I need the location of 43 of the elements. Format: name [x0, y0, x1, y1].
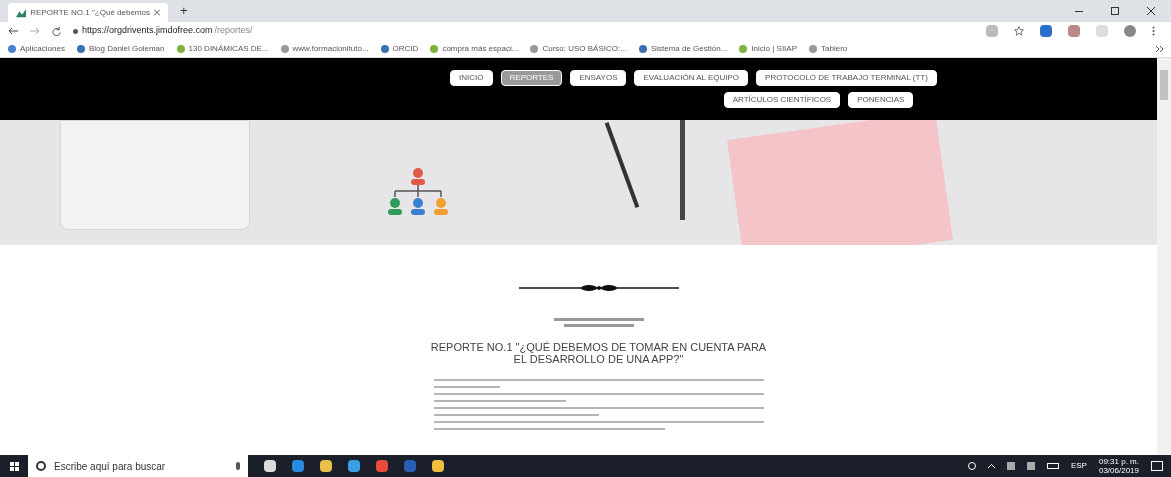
menu-icon[interactable]	[1152, 26, 1155, 36]
site-favicon-icon	[16, 7, 27, 18]
nav-tab[interactable]: INICIO	[450, 70, 493, 86]
author-line-drawing	[563, 324, 634, 327]
chevron-up-icon[interactable]	[987, 464, 995, 468]
bookmark[interactable]: Sistema de Gestión...	[638, 42, 728, 55]
back-icon[interactable]	[8, 27, 18, 35]
bookmark[interactable]: 130 DINÁMICAS DE...	[176, 42, 269, 55]
tab-title: REPORTE NO.1 "¿Qué debemos	[30, 6, 150, 19]
scrollbar[interactable]	[1157, 58, 1171, 455]
notifications-icon[interactable]	[1151, 461, 1163, 471]
browser-tab[interactable]: REPORTE NO.1 "¿Qué debemos	[8, 3, 168, 22]
more-icon[interactable]	[1156, 45, 1163, 52]
minimize-icon[interactable]	[1075, 10, 1083, 12]
nav-tab[interactable]: EVALUACIÓN AL EQUIPO	[634, 70, 749, 86]
bookmark[interactable]: Aplicaciones	[8, 42, 65, 55]
ornament-divider-icon	[518, 283, 679, 293]
nav-tab[interactable]: ENSAYOS	[570, 70, 627, 86]
address-bar[interactable]: https://orgdrivents.jimdofree.com /reportes/	[73, 24, 974, 38]
maximize-icon[interactable]	[1111, 7, 1119, 15]
new-tab-button[interactable]: +	[168, 1, 200, 21]
language-indicator[interactable]: ESP	[1070, 460, 1087, 472]
reload-icon[interactable]	[52, 26, 61, 36]
close-icon[interactable]	[1147, 7, 1155, 15]
bookmark[interactable]: ORCID	[380, 42, 419, 55]
bookmark[interactable]: Inicio | SIIAP	[739, 42, 797, 55]
profile-icon[interactable]	[1124, 25, 1136, 37]
lock-icon	[73, 28, 78, 34]
bookmark[interactable]: compra más espaci...	[430, 42, 519, 55]
bookmark[interactable]: Curso: USO BÁSICO:...	[530, 42, 627, 55]
bookmark[interactable]: Tablero	[809, 42, 848, 55]
bookmark[interactable]: www.formacionituto...	[280, 42, 369, 55]
battery-icon[interactable]	[1046, 463, 1059, 469]
url-path: /reportes/	[214, 24, 253, 38]
star-icon[interactable]	[1014, 26, 1024, 36]
article-title: REPORTE NO.1 "¿QUÉ DEBEMOS DE TOMAR EN CUENTA PARA EL DESARROLLO DE UNA APP?"	[429, 341, 768, 365]
taskbar-search-field[interactable]: Escribe aquí para buscar	[28, 455, 248, 477]
nav-tab[interactable]: PROTOCOLO DE TRABAJO TERMINAL (TT)	[756, 70, 937, 86]
clock[interactable]: 09:31 p. m. 03/06/2019	[1098, 457, 1139, 475]
nav-tab[interactable]: ARTÍCULOS CIENTÍFICOS	[723, 92, 841, 108]
bookmark[interactable]: Blog Daniel Goleman	[76, 42, 165, 55]
url-host: https://orgdrivents.jimdofree.com	[82, 24, 213, 38]
nav-tab[interactable]: PONENCIAS	[848, 92, 914, 108]
